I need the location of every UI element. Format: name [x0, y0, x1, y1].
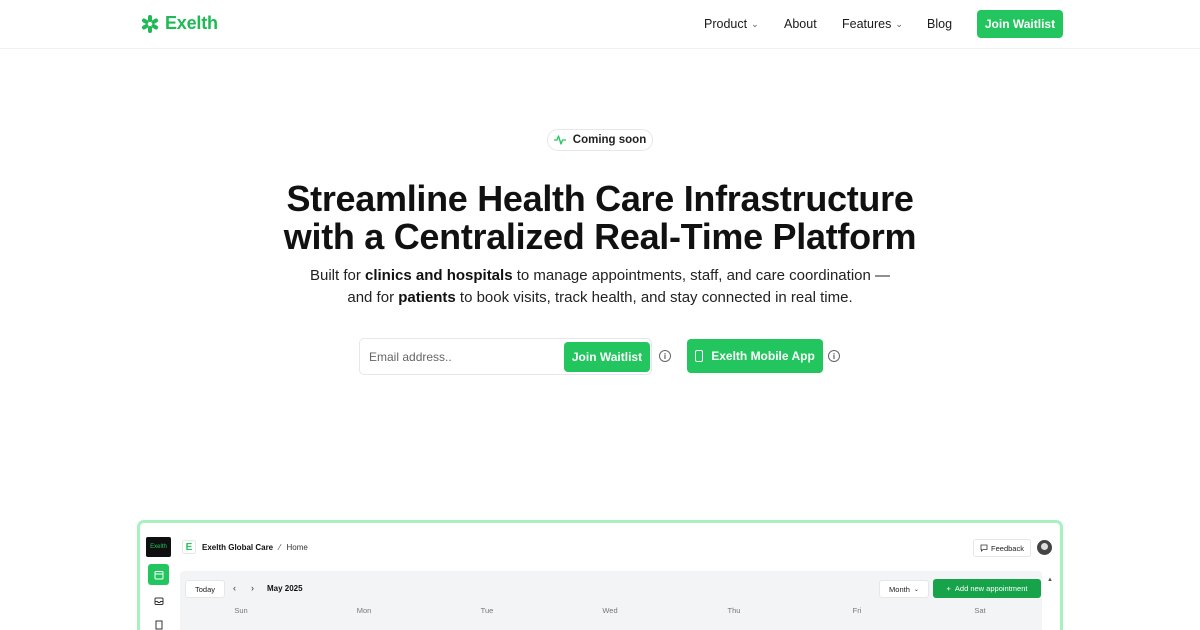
chevron-down-icon: ⌄ [913, 586, 919, 593]
nav-product[interactable]: Product ⌄ [704, 17, 759, 31]
weekday-label: Wed [602, 606, 618, 615]
nav-features-label: Features [842, 17, 892, 31]
feedback-button[interactable]: Feedback [973, 539, 1031, 557]
preview-logo: Exelth [146, 537, 171, 557]
weekday-header: Sun Mon Tue Wed Thu Fri Sat [180, 606, 1042, 616]
sidebar-calendar-item[interactable] [148, 564, 169, 585]
org-name[interactable]: Exelth Global Care [202, 543, 273, 552]
add-appointment-button[interactable]: + Add new appointment [933, 579, 1041, 598]
today-button[interactable]: Today [185, 580, 225, 598]
nav-about[interactable]: About [784, 17, 817, 31]
asterisk-logo-icon [141, 14, 159, 33]
hero-title: Streamline Health Care Infrastructure wi… [200, 180, 1000, 256]
join-waitlist-button[interactable]: Join Waitlist [564, 342, 650, 372]
badge-label: Coming soon [572, 134, 647, 146]
view-select[interactable]: Month ⌄ [879, 580, 929, 598]
hero-sub-text: Built for [309, 267, 365, 284]
org-logo: E [182, 540, 196, 554]
hero-title-line1: Streamline Health Care Infrastructure [286, 178, 914, 219]
plus-icon: + [946, 584, 951, 593]
hero-title-line2: with a Centralized Real-Time Platform [283, 216, 917, 257]
weekday-label: Thu [727, 606, 741, 615]
hero-sub-text: and for [347, 289, 399, 306]
hero-sub-text: to manage appointments, staff, and care … [512, 267, 891, 284]
inbox-icon [154, 597, 163, 605]
sidebar-building-item[interactable] [148, 614, 169, 630]
calendar-icon [154, 570, 163, 579]
mobile-app-label: Exelth Mobile App [711, 349, 815, 363]
chevron-down-icon: ⌄ [895, 18, 903, 29]
nav-blog[interactable]: Blog [927, 17, 952, 31]
calendar-panel: Today ‹ › May 2025 Month ⌄ + Add new app… [180, 571, 1042, 630]
hero-subtitle: Built for clinics and hospitals to manag… [240, 265, 960, 309]
nav-blog-label: Blog [927, 17, 953, 31]
sidebar-inbox-item[interactable] [148, 590, 169, 611]
brand-name: Exelth [165, 13, 218, 33]
nav-product-label: Product [704, 17, 748, 31]
current-month: May 2025 [267, 584, 303, 593]
breadcrumb-separator: ⁄ [279, 542, 281, 552]
feedback-label: Feedback [991, 543, 1024, 553]
nav-features[interactable]: Features ⌄ [842, 17, 903, 31]
info-icon[interactable]: i [828, 350, 840, 362]
activity-pulse-icon [553, 135, 566, 145]
nav-about-label: About [784, 17, 817, 31]
breadcrumb-home[interactable]: Home [286, 543, 307, 552]
mobile-app-button[interactable]: Exelth Mobile App [687, 339, 823, 373]
chevron-left-icon[interactable]: ‹ [233, 583, 236, 593]
app-preview-screenshot: Exelth E Exelth Global Care ⁄ Home Feedb… [137, 520, 1063, 630]
email-input[interactable] [369, 348, 559, 366]
weekday-label: Sun [234, 606, 248, 615]
chevron-right-icon[interactable]: › [251, 583, 254, 593]
hero-sub-text: to book visits, track health, and stay c… [455, 289, 853, 306]
add-appointment-label: Add new appointment [954, 584, 1028, 593]
brand-logo[interactable]: Exelth [141, 13, 218, 34]
smartphone-icon [695, 350, 704, 362]
message-square-icon [980, 544, 988, 552]
weekday-label: Tue [480, 606, 494, 615]
nav-join-waitlist-button[interactable]: Join Waitlist [977, 10, 1063, 38]
chevron-down-icon: ⌄ [751, 18, 759, 29]
avatar[interactable] [1037, 540, 1052, 555]
scroll-up-icon[interactable]: ▲ [1047, 577, 1053, 583]
building-icon [155, 620, 162, 629]
view-select-value: Month [889, 584, 910, 594]
info-icon[interactable]: i [659, 350, 671, 362]
coming-soon-badge: Coming soon [547, 129, 653, 151]
weekday-label: Mon [356, 606, 372, 615]
top-navbar: Exelth Product ⌄ About Features ⌄ Blog J… [0, 0, 1200, 49]
weekday-label: Sat [974, 606, 986, 615]
hero-sub-emphasis: patients [398, 289, 456, 306]
preview-breadcrumb: E Exelth Global Care ⁄ Home [182, 540, 308, 554]
hero-sub-emphasis: clinics and hospitals [365, 267, 513, 284]
weekday-label: Fri [852, 606, 862, 615]
